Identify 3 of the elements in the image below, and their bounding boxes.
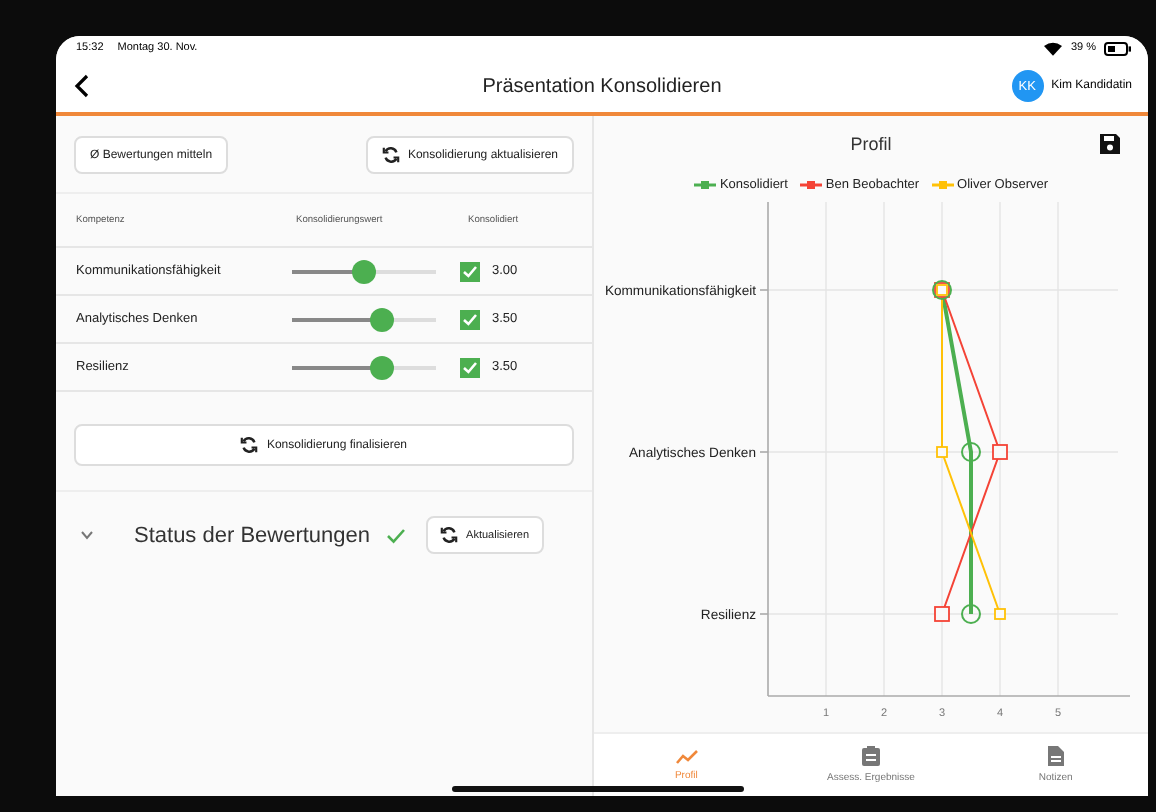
page-title: Präsentation Konsolidieren <box>482 75 722 97</box>
chart-title: Profil <box>850 134 892 154</box>
section-title: Status der Bewertungen <box>134 523 371 547</box>
